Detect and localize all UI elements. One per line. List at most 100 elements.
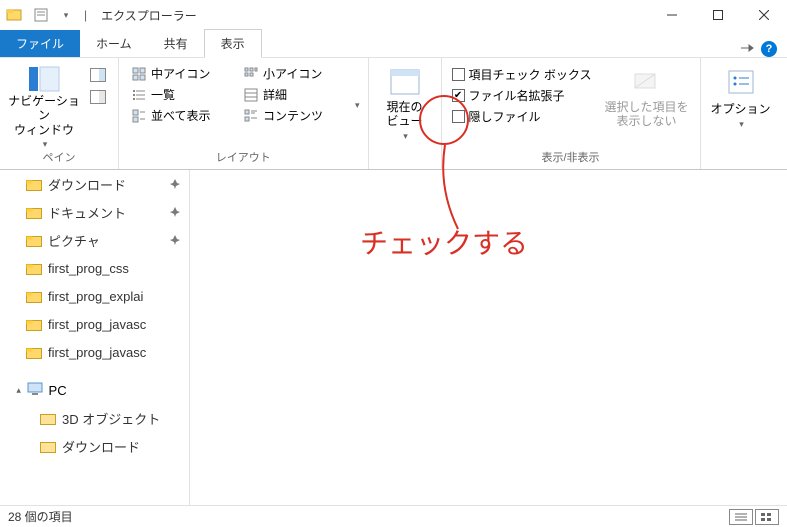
help-icon[interactable]: ?	[761, 41, 777, 57]
tab-share[interactable]: 共有	[148, 30, 204, 57]
sidebar-item[interactable]: ピクチャ	[0, 226, 189, 254]
titlebar: ▾ | エクスプローラー	[0, 0, 787, 30]
layout-details-button[interactable]: 詳細	[239, 85, 349, 104]
folder-icon	[26, 232, 42, 248]
ribbon-group-pane: ナビゲーション ウィンドウ▾ ペイン	[0, 58, 119, 169]
view-details-button[interactable]	[729, 509, 753, 525]
layout-list-label: 一覧	[151, 86, 175, 103]
preview-pane-button[interactable]	[86, 66, 110, 84]
navigation-pane-button[interactable]: ナビゲーション ウィンドウ▾	[8, 64, 80, 147]
pin-icon	[169, 178, 181, 190]
medium-icons-icon	[131, 66, 147, 82]
folder-icon	[26, 204, 42, 220]
sidebar-item-label: ダウンロード	[62, 437, 140, 456]
ribbon-tabs: ファイル ホーム 共有 表示 ?	[0, 30, 787, 58]
sidebar-pc-label: PC	[49, 383, 67, 398]
layout-medium-label: 中アイコン	[151, 65, 210, 82]
sidebar-item-label: first_prog_explai	[48, 289, 143, 304]
pin-ribbon-icon[interactable]	[739, 41, 755, 57]
details-icon	[243, 87, 259, 103]
sidebar-item-label: first_prog_css	[48, 261, 129, 276]
navigation-sidebar[interactable]: ダウンロードドキュメントピクチャfirst_prog_cssfirst_prog…	[0, 170, 190, 505]
folder-icon	[26, 316, 42, 332]
folder-icon	[40, 410, 56, 426]
folder-icon	[26, 288, 42, 304]
sidebar-item-label: first_prog_javasc	[48, 345, 146, 360]
sidebar-item-label: ダウンロード	[48, 175, 126, 194]
sidebar-item[interactable]: ドキュメント	[0, 198, 189, 226]
layout-more-icon[interactable]: ▾	[355, 100, 360, 111]
current-view-button[interactable]: 現在の ビュー▾	[377, 64, 433, 147]
ribbon-group-layout-label: レイアウト	[119, 149, 368, 165]
hide-selected-label: 選択した項目を 表示しない	[605, 100, 689, 129]
tab-home[interactable]: ホーム	[80, 30, 148, 57]
checkbox-hidden-files-label: 隠しファイル	[469, 108, 541, 125]
sidebar-item[interactable]: first_prog_javasc	[0, 310, 189, 338]
checkbox-hidden-files[interactable]: 隠しファイル	[450, 106, 594, 127]
ribbon-group-layout: 中アイコン 小アイコン 一覧 詳細	[119, 58, 369, 169]
sidebar-item[interactable]: ダウンロード	[0, 170, 189, 198]
options-label: オプション	[711, 100, 771, 117]
close-button[interactable]	[741, 0, 787, 30]
qat-dropdown[interactable]: ▾	[54, 4, 76, 26]
layout-tiles-button[interactable]: 並べて表示	[127, 106, 237, 125]
tab-view[interactable]: 表示	[204, 29, 262, 58]
hide-selected-icon	[631, 66, 663, 98]
folder-icon	[40, 438, 56, 454]
ribbon-group-pane-label: ペイン	[0, 149, 118, 165]
list-icon	[131, 87, 147, 103]
checkbox-file-extensions[interactable]: ✔ ファイル名拡張子	[450, 85, 594, 106]
layout-content-button[interactable]: コンテンツ	[239, 106, 349, 125]
current-view-label: 現在の ビュー	[387, 100, 423, 129]
checkbox-icon	[452, 68, 465, 81]
options-button[interactable]: オプション▾	[709, 64, 773, 147]
statusbar: 28 個の項目	[0, 505, 787, 527]
layout-list-button[interactable]: 一覧	[127, 85, 237, 104]
sidebar-item[interactable]: first_prog_explai	[0, 282, 189, 310]
ribbon-group-show-hide: 項目チェック ボックス ✔ ファイル名拡張子 隠しファイル 選択した項目を 表示…	[442, 58, 701, 169]
ribbon-group-current-view: 現在の ビュー▾	[369, 58, 442, 169]
qat-separator: |	[84, 8, 87, 22]
hide-selected-button[interactable]: 選択した項目を 表示しない	[602, 64, 692, 147]
checkbox-icon	[452, 110, 465, 123]
minimize-button[interactable]	[649, 0, 695, 30]
sidebar-pc[interactable]: ▸ PC	[0, 376, 189, 404]
layout-details-label: 詳細	[263, 86, 287, 103]
current-view-icon	[389, 66, 421, 98]
ribbon: ナビゲーション ウィンドウ▾ ペイン 中アイコン 小アイコン	[0, 58, 787, 170]
main-pane[interactable]	[190, 170, 787, 505]
sidebar-item-label: ドキュメント	[48, 203, 126, 222]
status-item-count: 28 個の項目	[8, 508, 73, 525]
layout-small-label: 小アイコン	[263, 65, 322, 82]
small-icons-icon	[243, 66, 259, 82]
sidebar-item[interactable]: 3D オブジェクト	[0, 404, 189, 432]
pc-icon	[27, 382, 43, 399]
qat-properties-button[interactable]	[30, 4, 52, 26]
sidebar-item-label: first_prog_javasc	[48, 317, 146, 332]
tab-file[interactable]: ファイル	[0, 30, 80, 57]
window-title: エクスプローラー	[101, 7, 197, 24]
quick-access-toolbar: ▾	[30, 4, 76, 26]
layout-small-button[interactable]: 小アイコン	[239, 64, 349, 83]
ribbon-group-options: オプション▾	[701, 58, 781, 169]
view-icons-button[interactable]	[755, 509, 779, 525]
details-pane-button[interactable]	[86, 88, 110, 106]
content-icon	[243, 108, 259, 124]
pin-icon	[169, 206, 181, 218]
layout-medium-button[interactable]: 中アイコン	[127, 64, 237, 83]
checkbox-item-boxes[interactable]: 項目チェック ボックス	[450, 64, 594, 85]
checkbox-item-boxes-label: 項目チェック ボックス	[469, 66, 592, 83]
content-area: ダウンロードドキュメントピクチャfirst_prog_cssfirst_prog…	[0, 170, 787, 505]
layout-content-label: コンテンツ	[263, 107, 323, 124]
details-pane-icon	[90, 89, 106, 105]
navigation-pane-icon	[28, 66, 60, 92]
maximize-button[interactable]	[695, 0, 741, 30]
preview-pane-icon	[90, 67, 106, 83]
sidebar-item[interactable]: ダウンロード	[0, 432, 189, 460]
sidebar-item[interactable]: first_prog_css	[0, 254, 189, 282]
folder-icon	[26, 260, 42, 276]
explorer-icon	[6, 7, 22, 23]
sidebar-item[interactable]: first_prog_javasc	[0, 338, 189, 366]
checkbox-file-extensions-label: ファイル名拡張子	[469, 87, 565, 104]
options-icon	[725, 66, 757, 98]
